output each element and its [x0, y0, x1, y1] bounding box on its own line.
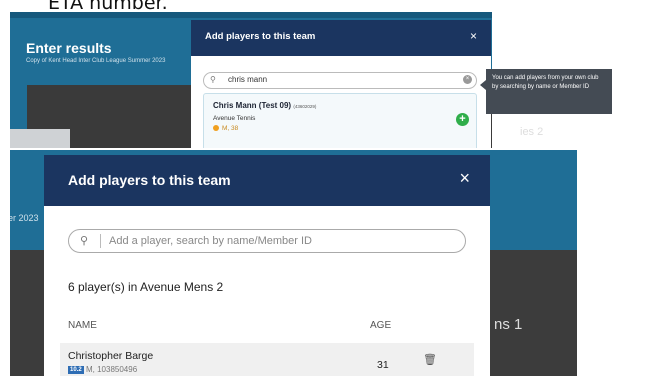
lower-peek-right: ns 1 [494, 316, 523, 333]
lower-add-players-modal: Add players to this team × ⚲ 6 player(s)… [44, 155, 490, 376]
close-icon[interactable]: × [470, 29, 477, 43]
player-search-field[interactable]: ⚲ [68, 229, 466, 253]
result-meta-line: M, 38 [213, 125, 238, 132]
modal-header: Add players to this team × [191, 20, 491, 56]
result-member-id: (43602029) [293, 104, 317, 109]
player-search-input[interactable]: ⚲ chris mann × [203, 72, 477, 89]
lower-peek-left: er 2023 [10, 213, 39, 223]
search-divider [100, 234, 101, 248]
search-icon: ⚲ [80, 235, 89, 247]
player-name: Christopher Barge [68, 350, 154, 362]
clear-icon[interactable]: × [463, 75, 472, 84]
modal-header: Add players to this team × [44, 155, 490, 206]
result-meta: M, 38 [222, 125, 239, 132]
search-icon: ⚲ [210, 75, 216, 84]
result-club: Avenue Tennis [213, 115, 256, 122]
close-icon[interactable]: × [459, 168, 470, 189]
column-header-age: AGE [370, 320, 392, 331]
player-age: 31 [377, 359, 389, 371]
add-icon[interactable]: + [456, 113, 469, 126]
upper-peek-text: ies 2 [520, 126, 544, 138]
search-tooltip: You can add players from your own club b… [480, 69, 612, 114]
result-name: Chris Mann (Test 09) [213, 101, 292, 110]
search-value[interactable]: chris mann [228, 75, 267, 84]
page-subtitle: Copy of Kent Head Inter Club League Summ… [26, 58, 166, 64]
trash-icon[interactable]: 🗑 [423, 353, 437, 366]
player-member-info: M, 103850496 [86, 365, 138, 374]
player-search-input[interactable] [109, 233, 449, 249]
warning-dot-icon [213, 125, 219, 132]
result-name-line: Chris Mann (Test 09) (43602029) [213, 101, 316, 110]
upper-tab[interactable] [10, 129, 70, 148]
modal-title: Add players to this team [68, 172, 231, 188]
search-result-card[interactable]: Chris Mann (Test 09) (43602029) Avenue T… [203, 93, 477, 148]
column-header-name: NAME [68, 320, 97, 331]
upper-top-bar [10, 12, 492, 18]
upper-add-players-modal: Add players to this team × ⚲ chris mann … [191, 20, 491, 148]
table-row: Christopher Barge 10.2 M, 103850496 31 🗑 [60, 343, 474, 376]
team-player-count: 6 player(s) in Avenue Mens 2 [68, 280, 224, 294]
modal-title: Add players to this team [205, 31, 316, 42]
page-title: Enter results [26, 40, 112, 56]
rating-badge: 10.2 [68, 366, 84, 374]
